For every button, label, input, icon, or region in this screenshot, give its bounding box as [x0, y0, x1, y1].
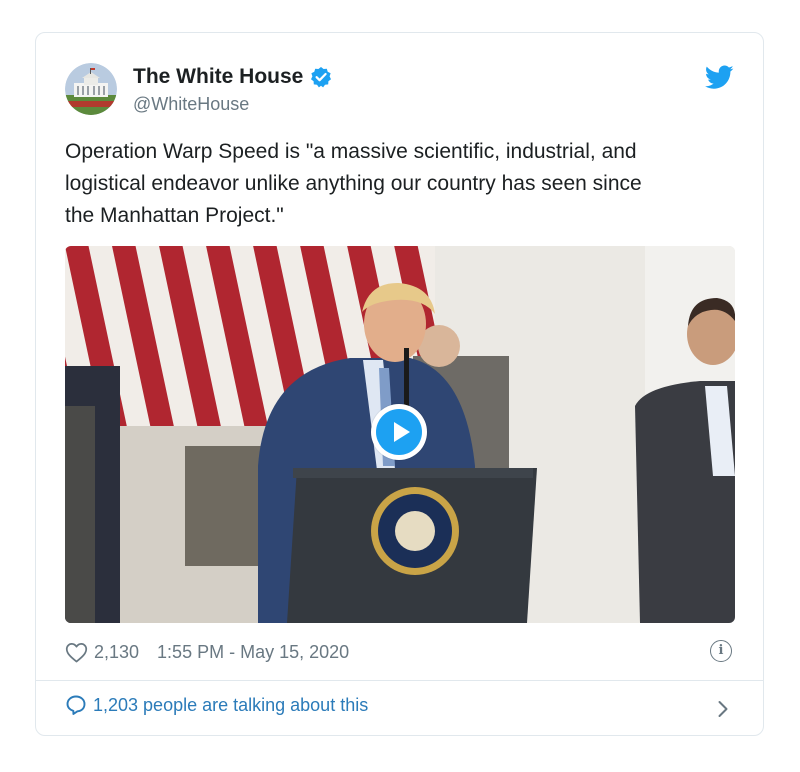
author-name-text: The White House — [133, 65, 304, 88]
avatar[interactable] — [65, 63, 117, 115]
divider — [36, 680, 763, 681]
timestamp[interactable]: 1:55 PM - May 15, 2020 — [157, 642, 349, 663]
play-icon — [376, 409, 422, 455]
chevron-right-icon[interactable] — [717, 700, 729, 718]
heart-icon[interactable] — [65, 642, 88, 663]
info-icon[interactable]: i — [710, 640, 732, 662]
conversation-text: 1,203 people are talking about this — [93, 694, 369, 715]
play-button[interactable] — [371, 404, 427, 460]
tweet-text: Operation Warp Speed is "a massive scien… — [65, 140, 642, 227]
reply-bubble-icon — [66, 695, 86, 715]
twitter-bird-icon[interactable] — [705, 65, 734, 90]
like-count[interactable]: 2,130 — [94, 642, 139, 663]
verified-badge-icon — [311, 67, 332, 88]
tweet-video[interactable] — [65, 246, 735, 623]
conversation-link[interactable]: 1,203 people are talking about this — [65, 694, 368, 716]
tweet-card: The White House @WhiteHouse Operation Wa… — [35, 32, 764, 736]
author-name[interactable]: The White House — [133, 65, 332, 89]
tweet-meta: 2,130 1:55 PM - May 15, 2020 — [65, 639, 349, 665]
author-handle[interactable]: @WhiteHouse — [133, 94, 249, 115]
